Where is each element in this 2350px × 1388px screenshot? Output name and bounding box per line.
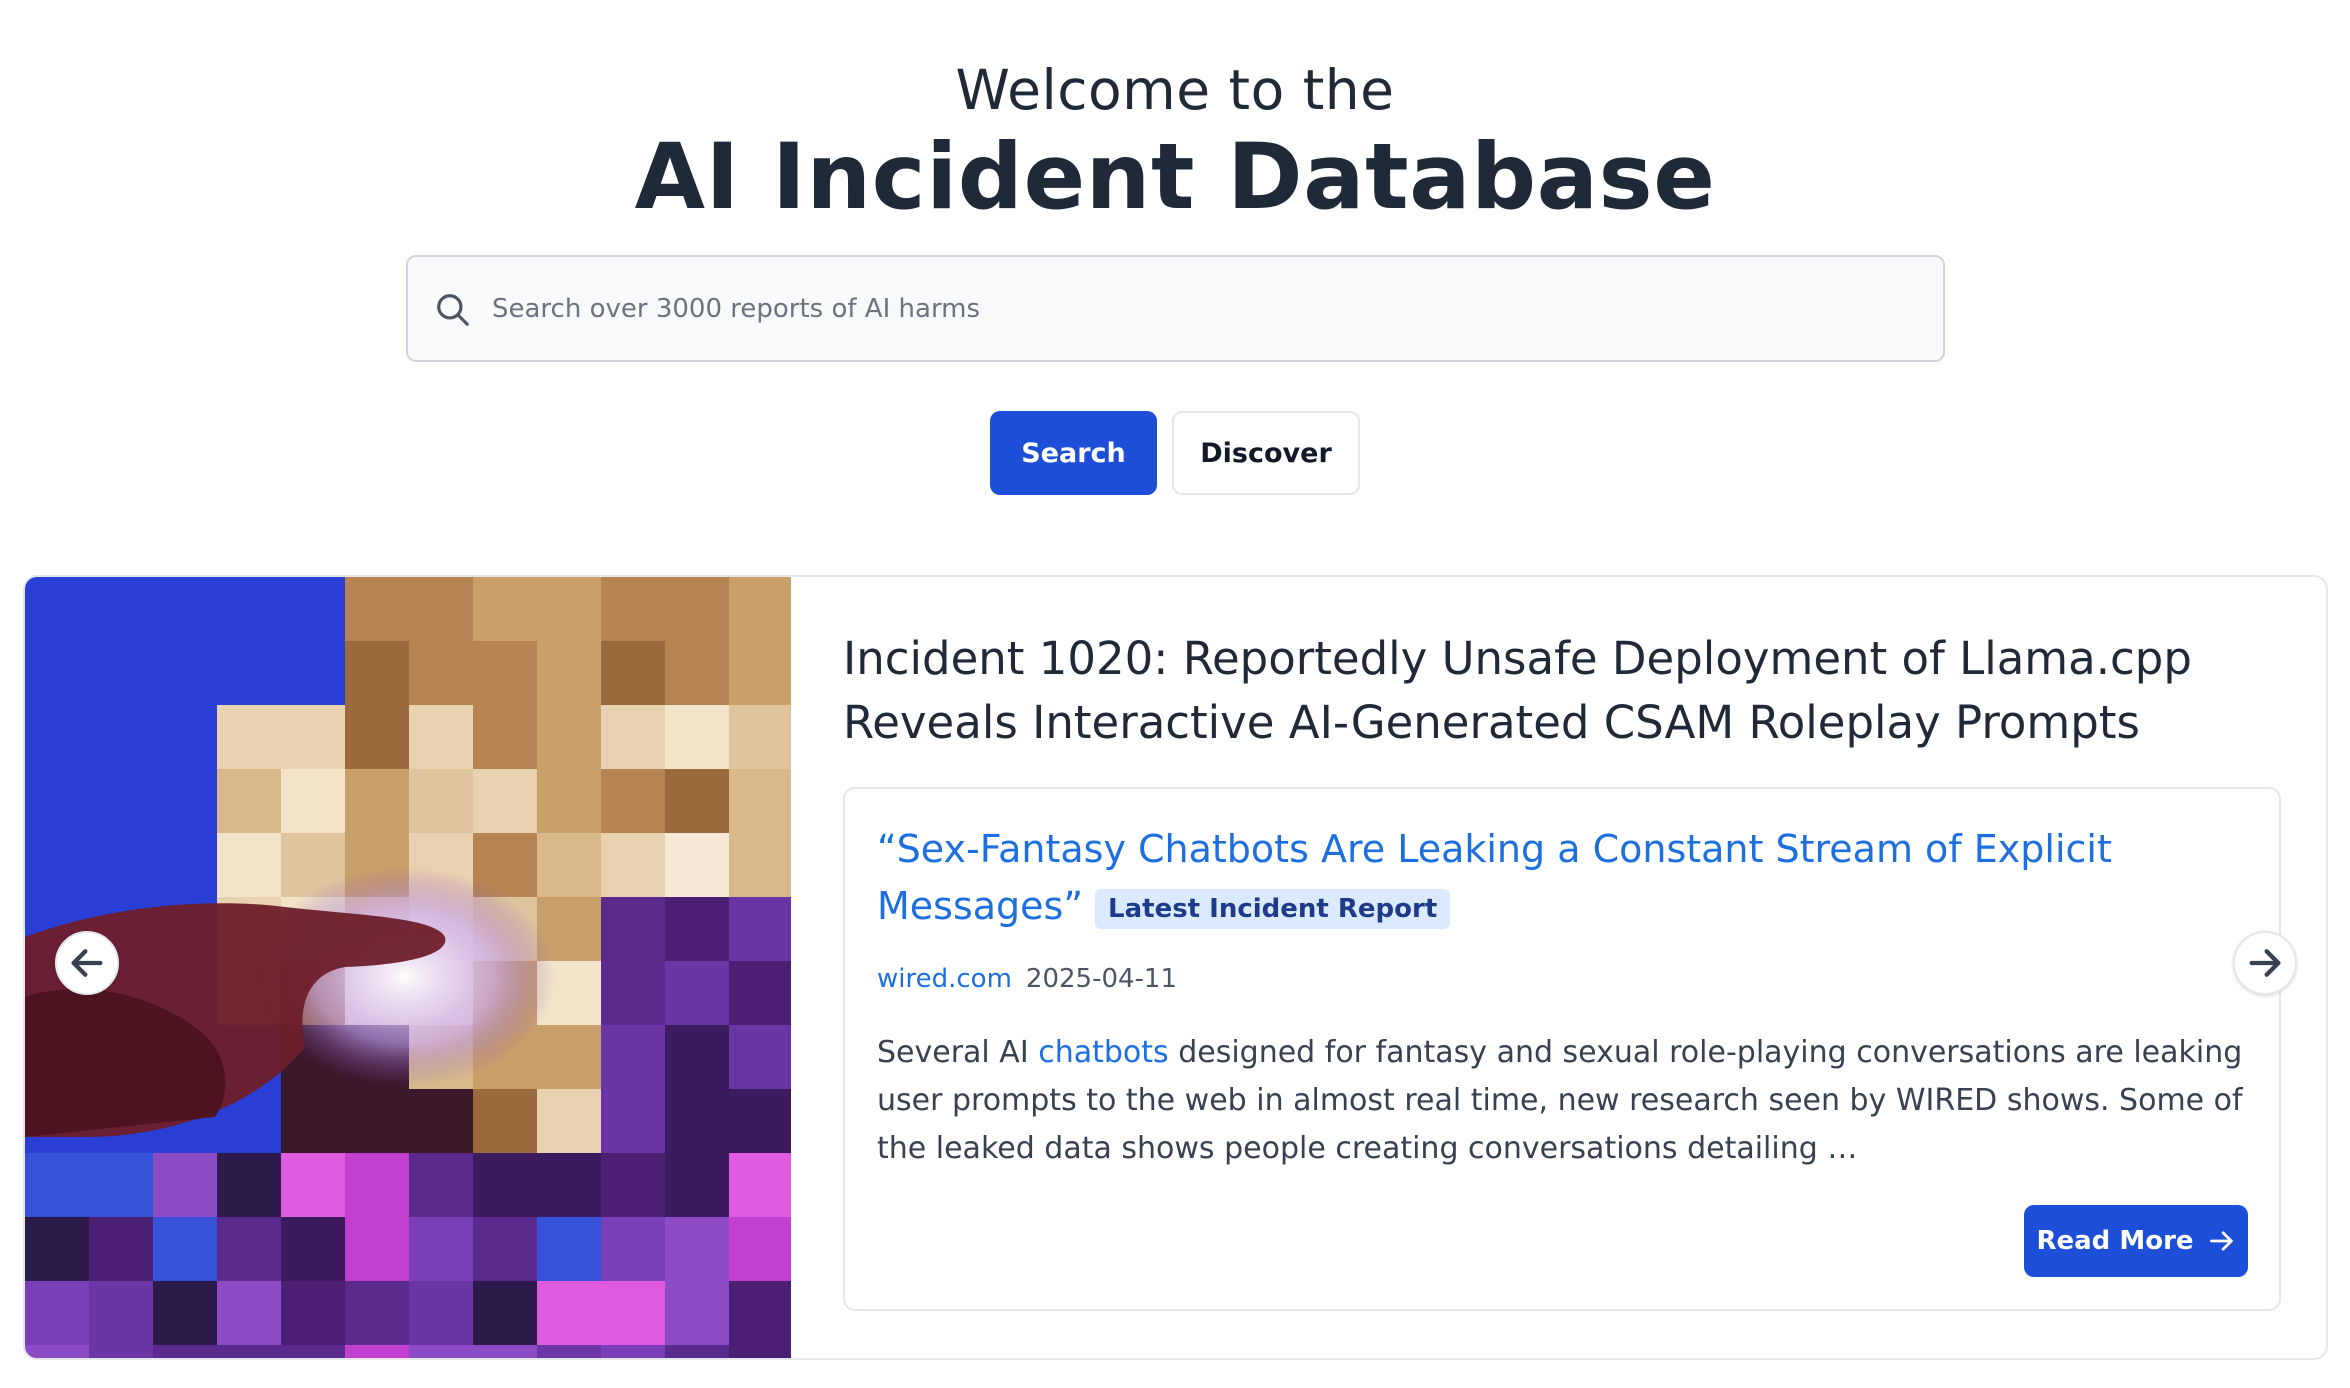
- search-input[interactable]: [492, 257, 1912, 360]
- search-box[interactable]: [406, 255, 1945, 362]
- search-button[interactable]: Search: [990, 411, 1157, 495]
- discover-button[interactable]: Discover: [1172, 411, 1360, 495]
- arrow-right-icon: [2209, 1231, 2233, 1251]
- report-card: “Sex-Fantasy Chatbots Are Leaking a Cons…: [843, 787, 2281, 1311]
- report-date: 2025-04-11: [1025, 964, 1178, 994]
- carousel-prev-button[interactable]: [55, 931, 119, 995]
- latest-report-badge: Latest Incident Report: [1095, 888, 1451, 929]
- report-meta: wired.com 2025-04-11: [877, 964, 1177, 994]
- search-icon: [437, 294, 469, 326]
- pixelated-image: [25, 577, 791, 1358]
- arrow-left-icon: [71, 949, 103, 977]
- page-title: AI Incident Database: [634, 125, 1716, 230]
- featured-incident-carousel: Incident 1020: Reportedly Unsafe Deploym…: [23, 575, 2328, 1360]
- report-snippet: Several AI chatbots designed for fantasy…: [877, 1029, 2267, 1173]
- incident-title[interactable]: Incident 1020: Reportedly Unsafe Deploym…: [843, 627, 2283, 755]
- read-more-label: Read More: [2036, 1226, 2194, 1256]
- report-title[interactable]: “Sex-Fantasy Chatbots Are Leaking a Cons…: [877, 821, 2217, 935]
- report-title-text[interactable]: “Sex-Fantasy Chatbots Are Leaking a Cons…: [877, 827, 2112, 928]
- report-source[interactable]: wired.com: [877, 964, 1012, 994]
- read-more-button[interactable]: Read More: [2024, 1205, 2248, 1277]
- snippet-text-start: Several AI: [877, 1035, 1039, 1070]
- arrow-right-icon: [2249, 949, 2281, 977]
- welcome-text: Welcome to the: [955, 58, 1395, 122]
- incident-image: [25, 577, 791, 1358]
- snippet-link-chatbots[interactable]: chatbots: [1038, 1035, 1168, 1070]
- carousel-next-button[interactable]: [2233, 931, 2297, 995]
